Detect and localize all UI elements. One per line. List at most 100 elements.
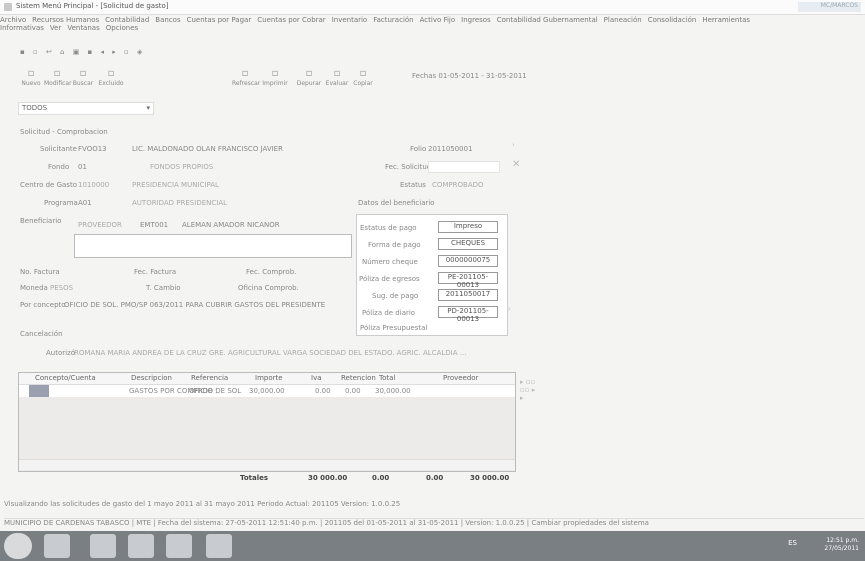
fondo-label: Fondo xyxy=(48,163,70,171)
table-cell[interactable]: OFICIO DE SOL xyxy=(189,387,241,395)
toolbar-icon: ▫ xyxy=(79,68,87,79)
toolbar-button[interactable]: ▫ Refrescar xyxy=(232,68,260,87)
language-indicator[interactable]: ES xyxy=(788,539,797,547)
toolbar-button[interactable]: ▫ Buscar xyxy=(70,68,96,87)
toolbar-label: Excluido xyxy=(98,80,124,87)
menu-item[interactable]: Planeación xyxy=(604,16,642,24)
column-header[interactable]: Retencion xyxy=(341,374,376,382)
media-icon[interactable] xyxy=(128,534,154,558)
column-header[interactable]: Proveedor xyxy=(443,374,478,382)
toolbar-button[interactable]: ▫ Evaluar xyxy=(324,68,350,87)
toolbar-button[interactable]: ▫ Copiar xyxy=(350,68,376,87)
column-header[interactable]: Descripcion xyxy=(131,374,172,382)
menu-item[interactable]: Archivo xyxy=(0,16,26,24)
beneficiario-type[interactable]: PROVEEDOR xyxy=(78,221,122,229)
menu-item[interactable]: Facturación xyxy=(373,16,413,24)
menu-item[interactable]: Consolidación xyxy=(648,16,697,24)
column-header[interactable]: Referencia xyxy=(191,374,228,382)
toolbar-label: Depurar xyxy=(296,80,322,87)
table-cell[interactable]: 30,000.00 xyxy=(375,387,411,395)
toolbar-icon: ▫ xyxy=(333,68,341,79)
toolbar-icon: ▫ xyxy=(359,68,367,79)
detail-grid[interactable]: Concepto/Cuenta Descripcion Referencia Impo… xyxy=(18,372,516,472)
menu-item[interactable]: Bancos xyxy=(155,16,180,24)
centro-input[interactable]: 1010000 xyxy=(78,181,109,189)
factura-label: No. Factura xyxy=(20,268,60,276)
solicitante-code[interactable]: FVOO13 xyxy=(78,145,107,153)
menu-item[interactable]: Activo Fijo xyxy=(420,16,456,24)
clock[interactable]: 12:51 p.m. 27/05/2011 xyxy=(824,537,859,553)
toolbar-label: Modificar xyxy=(44,80,72,87)
filter-value: TODOS xyxy=(22,104,48,112)
estatus-value: COMPROBADO xyxy=(432,181,484,189)
centro-label: Centro de Gasto xyxy=(20,181,77,189)
cancelacion-label: Cancelación xyxy=(20,330,63,338)
app-icon[interactable] xyxy=(206,534,232,558)
table-row[interactable]: A01GASTOS POR COMPROBOFICIO DE SOL30,000… xyxy=(19,385,515,397)
programa-desc: AUTORIDAD PRESIDENCIAL xyxy=(132,199,228,207)
toolbar-button[interactable]: ▫ Imprimir xyxy=(262,68,288,87)
beneficiario-code[interactable]: EMT001 xyxy=(140,221,168,229)
chevron-down-icon[interactable]: ▾ xyxy=(146,104,150,112)
toolbar-icon: ▫ xyxy=(53,68,61,79)
toolbar-label: Evaluar xyxy=(325,80,349,87)
column-header[interactable]: Total xyxy=(379,374,395,382)
table-cell[interactable]: 0.00 xyxy=(345,387,361,395)
app-icon[interactable] xyxy=(166,534,192,558)
menu-item[interactable]: Cuentas por Cobrar xyxy=(257,16,325,24)
arrow-right-icon[interactable]: › xyxy=(512,141,515,149)
filter-select[interactable]: TODOS ▾ xyxy=(18,102,154,115)
clock-date: 27/05/2011 xyxy=(824,545,859,552)
toolbar-button[interactable]: ▫ Excluido xyxy=(98,68,124,87)
column-header[interactable]: Iva xyxy=(311,374,322,382)
column-header[interactable]: Importe xyxy=(255,374,283,382)
menu-item[interactable]: Cuentas por Pagar xyxy=(187,16,252,24)
menu-item[interactable]: Opciones xyxy=(106,24,138,32)
menu-item[interactable]: Ventanas xyxy=(67,24,99,32)
selected-cell[interactable] xyxy=(29,385,49,397)
close-icon[interactable]: ✕ xyxy=(512,159,520,170)
fondo-input[interactable]: 01 xyxy=(78,163,87,171)
menu-item[interactable]: Inventario xyxy=(332,16,368,24)
menu-item[interactable]: Ver xyxy=(50,24,61,32)
moneda-value[interactable]: PESOS xyxy=(50,284,73,292)
poliza-egresos-label: Póliza de egresos xyxy=(359,275,420,283)
folio-label: Folio xyxy=(410,145,427,153)
menu-item[interactable]: Recursos Humanos xyxy=(32,16,99,24)
concepto-value[interactable]: OFICIO DE SOL. PMO/SP 063/2011 PARA CUBR… xyxy=(64,301,325,309)
horizontal-scrollbar[interactable] xyxy=(19,459,515,470)
grid-side-actions[interactable]: ▸ ▫▫ ▫▫ ▸ ▸ xyxy=(520,378,535,402)
folder-icon[interactable] xyxy=(90,534,116,558)
concepto-label: Por concepto xyxy=(20,301,66,309)
oficina-label: Oficina Comprob. xyxy=(238,284,299,292)
beneficiario-details-box[interactable] xyxy=(74,234,352,258)
start-button[interactable] xyxy=(4,533,32,559)
toolbar-button[interactable]: ▫ Nuevo xyxy=(18,68,44,87)
toolbar-icon: ▫ xyxy=(107,68,115,79)
table-cell[interactable]: 30,000.00 xyxy=(249,387,285,395)
solicitante-name: LIC. MALDONADO OLAN FRANCISCO JAVIER xyxy=(132,145,283,153)
datos-label: Datos del beneficiario xyxy=(358,199,435,207)
toolbar-button[interactable]: ▫ Modificar xyxy=(44,68,72,87)
quick-access-toolbar[interactable]: ▪ ▫ ↩ ⌂ ▣ ▪ ◂ ▸ ▫ ◈ xyxy=(20,48,300,58)
user-indicator: MC/MARCOS xyxy=(798,2,861,12)
arrow-right-icon[interactable]: › xyxy=(508,305,511,313)
numero-cheque-label: Número cheque xyxy=(362,258,418,266)
menu-item[interactable]: Ingresos xyxy=(461,16,491,24)
poliza-diario-label: Póliza de diario xyxy=(362,309,416,317)
table-cell[interactable]: 0.00 xyxy=(315,387,331,395)
column-header[interactable]: Concepto/Cuenta xyxy=(35,374,96,382)
toolbar-button[interactable]: ▫ Depurar xyxy=(296,68,322,87)
totals-total: 30 000.00 xyxy=(470,474,510,482)
toolbar-icon: ▫ xyxy=(27,68,35,79)
programa-input[interactable]: A01 xyxy=(78,199,92,207)
date-range[interactable]: Fechas 01-05-2011 - 31-05-2011 xyxy=(412,72,527,80)
tipocambio-label: T. Cambio xyxy=(146,284,181,292)
menu-item[interactable]: Contabilidad Gubernamental xyxy=(497,16,598,24)
menu-item[interactable]: Contabilidad xyxy=(105,16,149,24)
ie-icon[interactable] xyxy=(44,534,70,558)
poliza-diario-value: PD-201105-00013 xyxy=(438,306,498,323)
totals-label: Totales xyxy=(240,474,269,482)
fecsol-input[interactable] xyxy=(428,161,500,173)
status-bar: MUNICIPIO DE CARDENAS TABASCO | MTE | Fe… xyxy=(4,518,864,529)
